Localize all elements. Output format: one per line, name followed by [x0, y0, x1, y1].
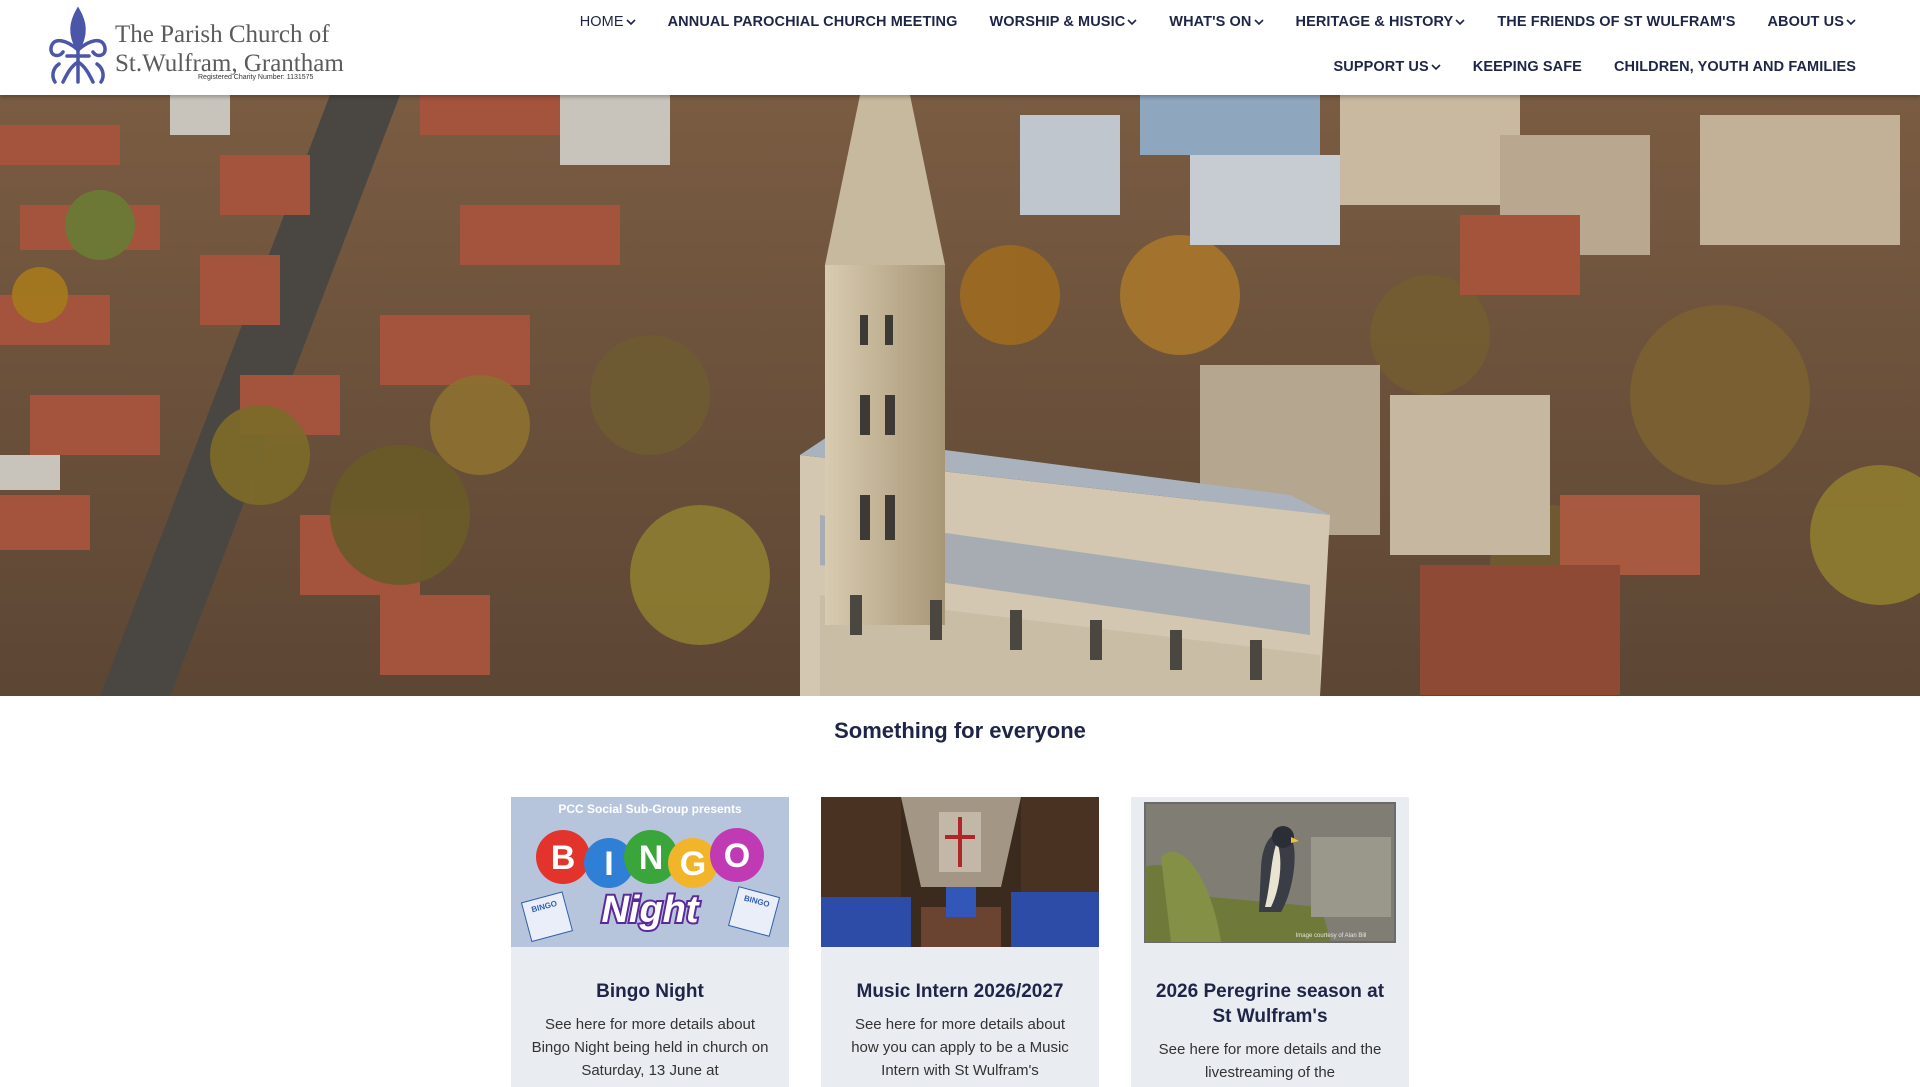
main-nav-row2: SUPPORT US KEEPING SAFE CHILDREN, YOUTH AN… [1302, 59, 1857, 75]
nav-item-label: WORSHIP & MUSIC [989, 14, 1126, 30]
bingo-image-bottom-text: Night [601, 889, 699, 931]
hero-aerial-photo [0, 95, 1920, 696]
chevron-down-icon [1846, 19, 1856, 26]
logo-title-line1: The Parish Church of [115, 21, 330, 48]
card-peregrine-season[interactable]: Image courtesy of Alan Bill 2026 Peregri… [1131, 797, 1409, 1087]
nav-item-heritage-history[interactable]: HERITAGE & HISTORY [1296, 14, 1466, 30]
section-title: Something for everyone [834, 718, 1086, 743]
event-cards: PCC Social Sub-Group presents B I N G O … [511, 797, 1409, 1087]
nav-item-label: KEEPING SAFE [1472, 59, 1582, 75]
peregrine-photo: Image courtesy of Alan Bill [1131, 797, 1409, 947]
nav-item-label: ANNUAL PAROCHIAL CHURCH MEETING [667, 14, 958, 30]
site-logo[interactable]: The Parish Church of St.Wulfram, Grantha… [45, 6, 344, 86]
charity-number: Registered Charity Number: 1131575 [198, 74, 314, 81]
card-title[interactable]: 2026 Peregrine season at St Wulfram's [1145, 979, 1395, 1029]
bingo-letter-g: G [680, 845, 706, 883]
nav-item-annual-parochial-church-meeting[interactable]: ANNUAL PAROCHIAL CHURCH MEETING [668, 14, 958, 30]
card-text: See here for more details about Bingo Ni… [531, 1016, 769, 1079]
card-title[interactable]: Music Intern 2026/2027 [835, 979, 1085, 1004]
chevron-down-icon [1431, 64, 1441, 71]
nav-item-children-youth-and-families[interactable]: CHILDREN, YOUTH AND FAMILIES [1614, 59, 1856, 75]
nav-item-label: THE FRIENDS OF ST WULFRAM'S [1497, 14, 1736, 30]
fleur-de-lis-logo [49, 6, 107, 84]
card-text: See here for more details and the livest… [1158, 1041, 1382, 1081]
site-header: The Parish Church of St.Wulfram, Grantha… [0, 0, 1920, 95]
chevron-down-icon [626, 19, 636, 26]
nav-item-worship-music[interactable]: WORSHIP & MUSIC [990, 14, 1138, 30]
nav-item-keeping-safe[interactable]: KEEPING SAFE [1473, 59, 1582, 75]
nav-item-label: CHILDREN, YOUTH AND FAMILIES [1613, 59, 1856, 75]
card-bingo-night[interactable]: PCC Social Sub-Group presents B I N G O … [511, 797, 789, 1087]
card-text: See here for more details about how you … [851, 1016, 1069, 1079]
nav-item-home[interactable]: HOME [580, 14, 636, 30]
image-credit: Image courtesy of Alan Bill [1296, 933, 1367, 939]
nav-item-label: WHAT'S ON [1169, 14, 1252, 30]
nav-item-label: SUPPORT US [1333, 59, 1429, 75]
bingo-letter-b: B [551, 839, 576, 877]
chevron-down-icon [1253, 19, 1264, 26]
nav-item-support-us[interactable]: SUPPORT US [1334, 59, 1441, 75]
nav-item-the-friends-of-st-wulfram-s[interactable]: THE FRIENDS OF ST WULFRAM'S [1497, 14, 1735, 30]
bingo-night-image: PCC Social Sub-Group presents B I N G O … [511, 797, 789, 947]
nav-item-about-us[interactable]: ABOUT US [1767, 14, 1856, 30]
nav-item-label: HERITAGE & HISTORY [1295, 14, 1454, 30]
nav-item-what-s-on[interactable]: WHAT'S ON [1169, 14, 1264, 30]
chevron-down-icon [1455, 19, 1465, 26]
bingo-image-top-text: PCC Social Sub-Group presents [558, 802, 742, 816]
main-nav-row1: HOME ANNUAL PAROCHIAL CHURCH MEETING WORSH… [548, 14, 1856, 30]
bingo-letter-n: N [639, 839, 664, 877]
logo-title: The Parish Church of St.Wulfram, Grantha… [115, 20, 344, 78]
nav-item-label: ABOUT US [1767, 14, 1844, 30]
card-music-intern[interactable]: Music Intern 2026/2027 See here for more… [821, 797, 1099, 1087]
chevron-down-icon [1127, 19, 1137, 26]
nav-item-label: HOME [579, 14, 624, 30]
hero-image [0, 95, 1920, 696]
bingo-letter-o: O [724, 837, 750, 875]
choir-photo [821, 797, 1099, 947]
bingo-letter-i: I [604, 845, 613, 883]
card-title[interactable]: Bingo Night [525, 979, 775, 1004]
